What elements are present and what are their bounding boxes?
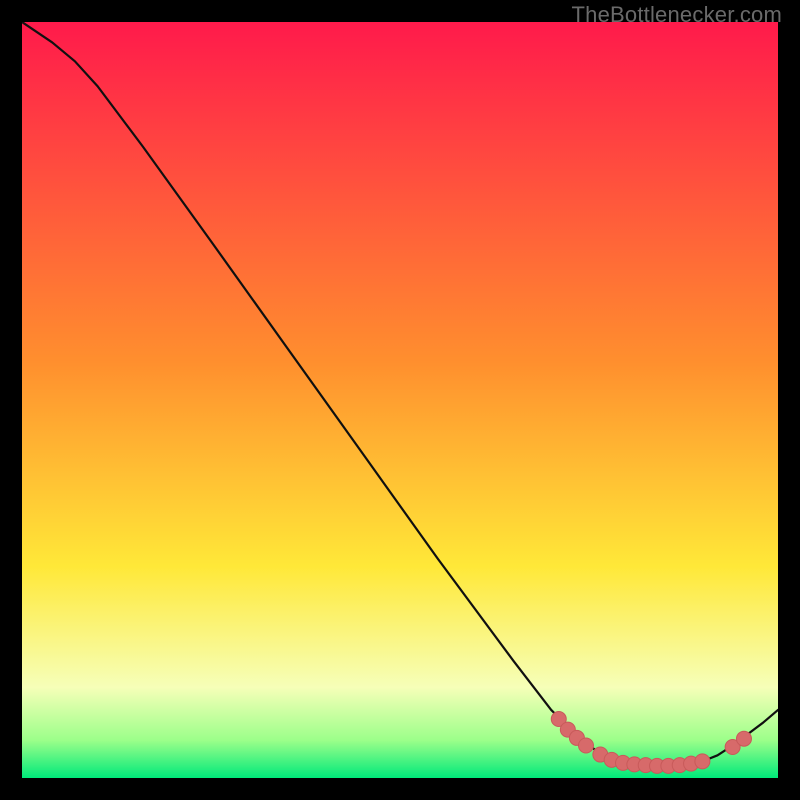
- highlight-dot: [736, 731, 751, 746]
- chart-stage: TheBottlenecker.com: [0, 0, 800, 800]
- highlight-dot: [695, 754, 710, 769]
- highlight-dot: [578, 738, 593, 753]
- chart-svg: [22, 22, 778, 778]
- chart-plot-area: [22, 22, 778, 778]
